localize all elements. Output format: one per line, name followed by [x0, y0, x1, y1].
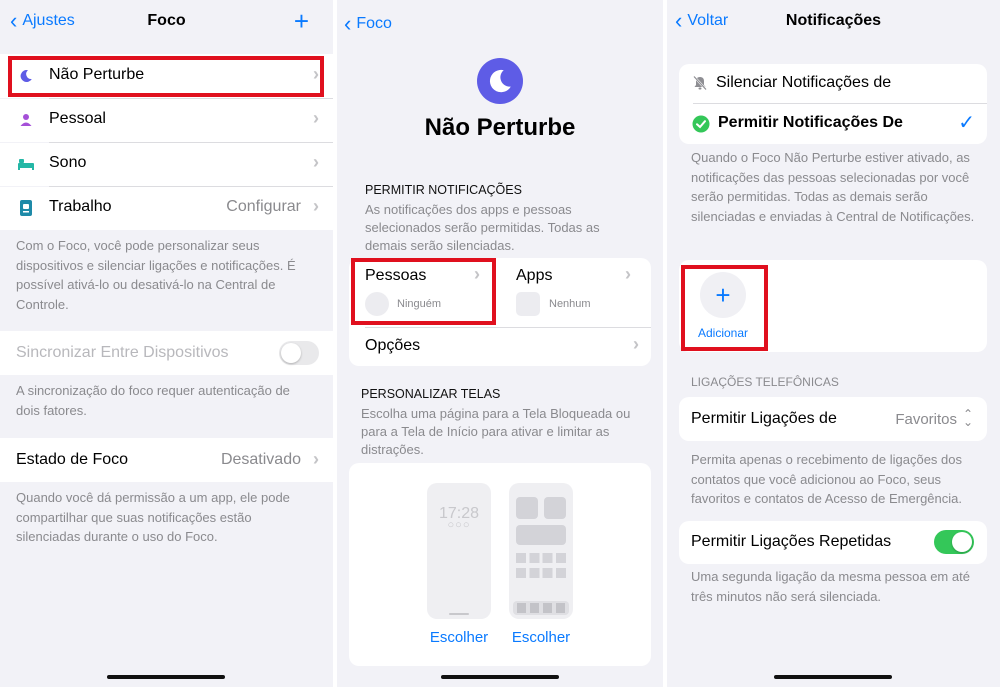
- apps-cell[interactable]: Apps › Nenhum: [500, 258, 651, 326]
- focus-description: Com o Foco, você pode personalizar seus …: [16, 238, 296, 312]
- allow-calls-label: Permitir Ligações de: [691, 410, 837, 427]
- silence-option[interactable]: Silenciar Notificações de: [679, 64, 987, 103]
- focus-item-pessoal[interactable]: Pessoal ›: [0, 99, 333, 142]
- screens-card: 17:28 ○○○ Escolher Escolher: [349, 463, 651, 666]
- chevron-right-icon: ›: [313, 196, 319, 216]
- options-row[interactable]: Opções ›: [349, 328, 651, 366]
- do-not-disturb-panel: ‹ Foco Não Perturbe PERMITIR NOTIFICAÇÕE…: [337, 0, 663, 687]
- notification-description: Quando o Foco Não Perturbe estiver ativa…: [691, 150, 975, 224]
- section-header: PERMITIR NOTIFICAÇÕES: [365, 183, 522, 197]
- chevron-right-icon: ›: [313, 152, 319, 172]
- chevron-right-icon: ›: [633, 334, 639, 354]
- app-tile: [516, 497, 538, 519]
- repeated-calls-label: Permitir Ligações Repetidas: [691, 533, 892, 550]
- widgets-icon: ○○○: [447, 519, 471, 531]
- dock-apps: [517, 603, 565, 613]
- focus-item-value: Configurar: [226, 198, 301, 215]
- allow-calls-value: Favoritos: [895, 411, 957, 428]
- page-title: Notificações: [785, 12, 882, 29]
- choose-home-screen-button[interactable]: Escolher: [509, 629, 573, 646]
- sync-label: Sincronizar Entre Dispositivos: [16, 344, 229, 361]
- highlight-box: [681, 265, 768, 351]
- app-tile: [544, 497, 566, 519]
- chevron-right-icon: ›: [313, 108, 319, 128]
- chevron-right-icon: ›: [625, 264, 631, 284]
- person-icon: [17, 111, 35, 129]
- home-indicator: [441, 675, 559, 679]
- bed-icon: [17, 155, 35, 173]
- sync-devices-row: Sincronizar Entre Dispositivos: [0, 331, 333, 375]
- calls-description: Permita apenas o recebimento de ligações…: [691, 452, 962, 506]
- section-header: LIGAÇÕES TELEFÔNICAS: [691, 375, 839, 389]
- apps-label: Apps: [516, 267, 553, 284]
- moon-icon: [477, 58, 523, 104]
- focus-item-label: Trabalho: [49, 198, 112, 215]
- add-focus-button[interactable]: +: [294, 6, 309, 37]
- focus-state-description: Quando você dá permissão a um app, ele p…: [16, 490, 290, 544]
- allow-option[interactable]: Permitir Notificações De ✓: [679, 104, 987, 144]
- highlight-box: [8, 56, 324, 97]
- home-screen-preview[interactable]: [509, 483, 573, 619]
- bell-slash-icon: [692, 75, 708, 96]
- app-row: [516, 568, 566, 578]
- allow-label: Permitir Notificações De: [718, 114, 903, 131]
- app-row: [516, 553, 566, 563]
- section-description: Escolha uma página para a Tela Bloqueada…: [361, 406, 631, 457]
- repeated-calls-toggle[interactable]: [934, 530, 974, 554]
- section-header: PERSONALIZAR TELAS: [361, 387, 501, 401]
- badge-icon: [17, 199, 35, 217]
- focus-state-label: Estado de Foco: [16, 451, 129, 468]
- sync-description: A sincronização do foco requer autentica…: [16, 383, 290, 418]
- app-placeholder-icon: [516, 292, 540, 316]
- back-button[interactable]: ‹ Foco: [344, 11, 392, 36]
- apps-value: Nenhum: [549, 298, 591, 310]
- home-bar: [449, 613, 469, 615]
- notification-mode-card: Silenciar Notificações de Permitir Notif…: [679, 64, 987, 144]
- home-indicator: [107, 675, 225, 679]
- page-title: Foco: [147, 12, 186, 29]
- focus-state-value: Desativado: [220, 451, 301, 468]
- focus-settings-panel: ‹ Ajustes Foco + Não Perturbe › Pessoal …: [0, 0, 333, 687]
- lock-screen-preview[interactable]: 17:28 ○○○: [427, 483, 491, 619]
- section-description: As notificações dos apps e pessoas selec…: [365, 202, 600, 253]
- page-title: Não Perturbe: [424, 114, 576, 141]
- sync-toggle[interactable]: [279, 341, 319, 365]
- allow-calls-row[interactable]: Permitir Ligações de Favoritos ⌃ ⌄: [679, 397, 987, 441]
- widget-tile: [516, 525, 566, 545]
- home-indicator: [774, 675, 892, 679]
- silence-label: Silenciar Notificações de: [716, 74, 892, 91]
- highlight-box: [351, 258, 496, 325]
- focus-state-row[interactable]: Estado de Foco Desativado ›: [0, 438, 333, 482]
- focus-item-label: Pessoal: [49, 110, 106, 127]
- chevron-updown-icon: ⌃ ⌄: [962, 407, 973, 429]
- repeated-calls-row: Permitir Ligações Repetidas: [679, 521, 987, 564]
- focus-item-trabalho[interactable]: Trabalho Configurar ›: [0, 187, 333, 230]
- chevron-left-icon: ‹: [344, 11, 352, 36]
- check-seal-icon: [692, 115, 710, 138]
- focus-item-sono[interactable]: Sono ›: [0, 143, 333, 186]
- choose-lock-screen-button[interactable]: Escolher: [427, 629, 491, 646]
- repeated-calls-description: Uma segunda ligação da mesma pessoa em a…: [691, 569, 970, 604]
- checkmark-icon: ✓: [958, 112, 975, 134]
- focus-item-label: Sono: [49, 154, 87, 171]
- notifications-panel: ‹ Voltar Notificações Silenciar Notifica…: [667, 0, 1000, 687]
- chevron-right-icon: ›: [313, 449, 319, 469]
- options-label: Opções: [365, 337, 421, 354]
